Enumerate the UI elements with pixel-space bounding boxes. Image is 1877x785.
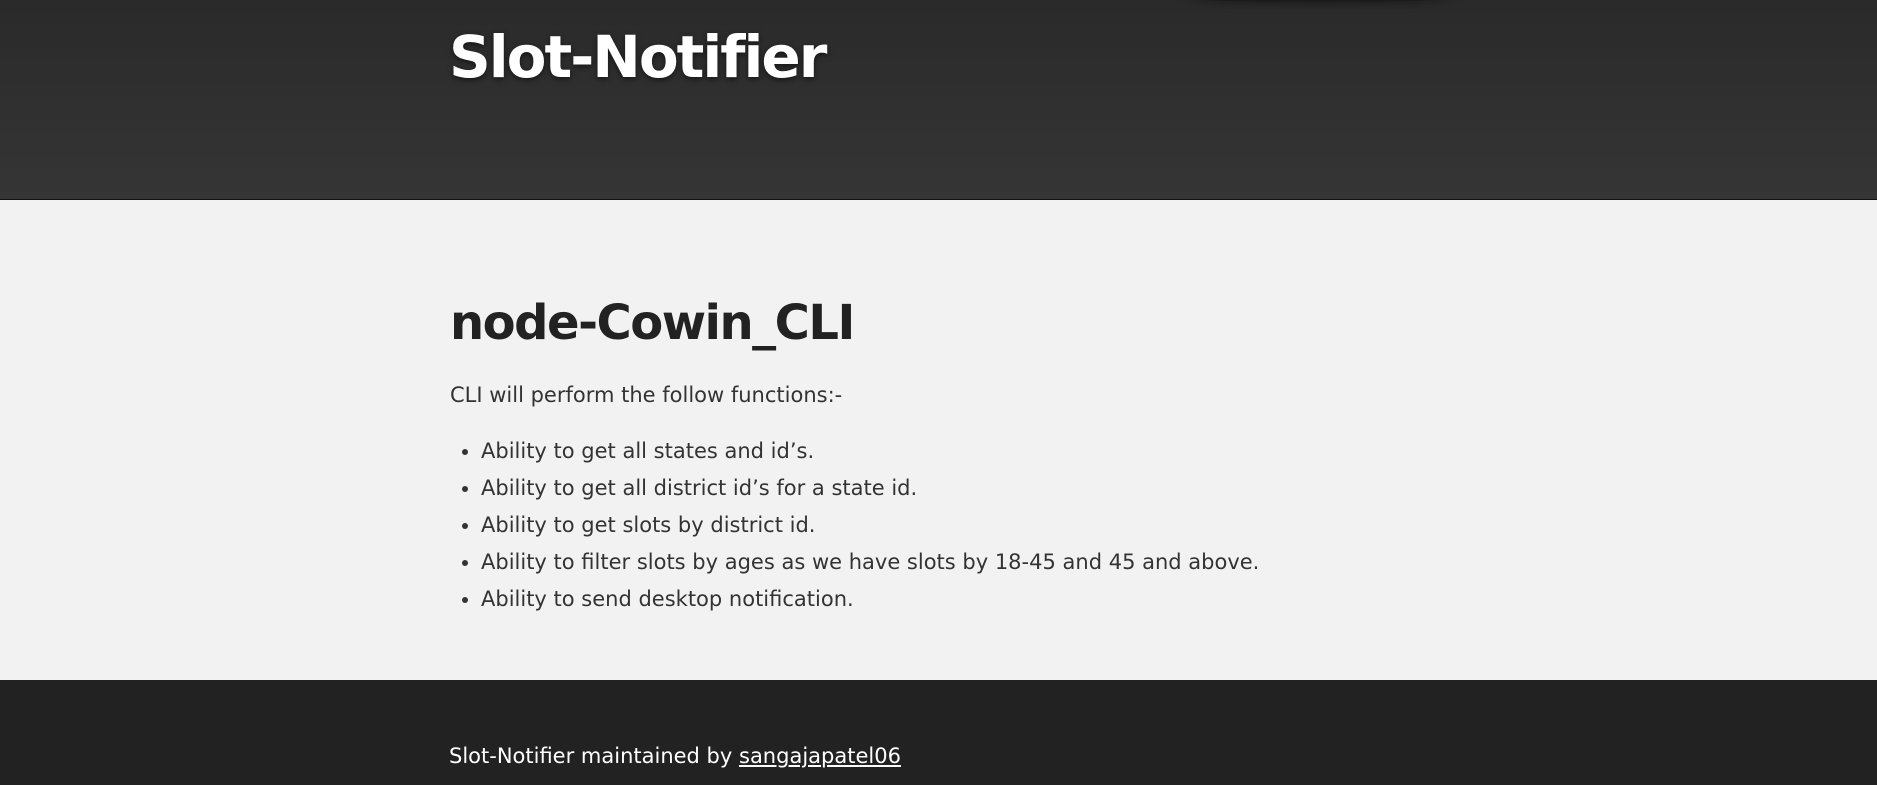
list-item: Ability to send desktop notification. — [481, 581, 1450, 618]
intro-text: CLI will perform the follow functions:- — [450, 383, 843, 407]
footer-text: Slot-Notifier maintained by sangajapatel… — [449, 742, 901, 770]
list-item: Ability to get all district id’s for a s… — [481, 470, 1450, 507]
page-title: node-Cowin_CLI — [450, 295, 855, 351]
list-item: Ability to get slots by district id. — [481, 507, 1450, 544]
site-header: Slot-Notifier — [0, 0, 1877, 200]
content-section: node-Cowin_CLI CLI will perform the foll… — [450, 295, 1450, 618]
site-title[interactable]: Slot-Notifier — [449, 22, 827, 92]
main-content: node-Cowin_CLI CLI will perform the foll… — [0, 200, 1877, 680]
list-item: Ability to filter slots by ages as we ha… — [481, 544, 1450, 581]
footer-credit: Slot-Notifier maintained by — [449, 744, 733, 768]
list-item: Ability to get all states and id’s. — [481, 433, 1450, 470]
site-footer: Slot-Notifier maintained by sangajapatel… — [0, 680, 1877, 785]
features-list: Ability to get all states and id’s. Abil… — [450, 433, 1450, 618]
header-decoration — [1185, 0, 1455, 2]
maintainer-link[interactable]: sangajapatel06 — [739, 744, 901, 768]
